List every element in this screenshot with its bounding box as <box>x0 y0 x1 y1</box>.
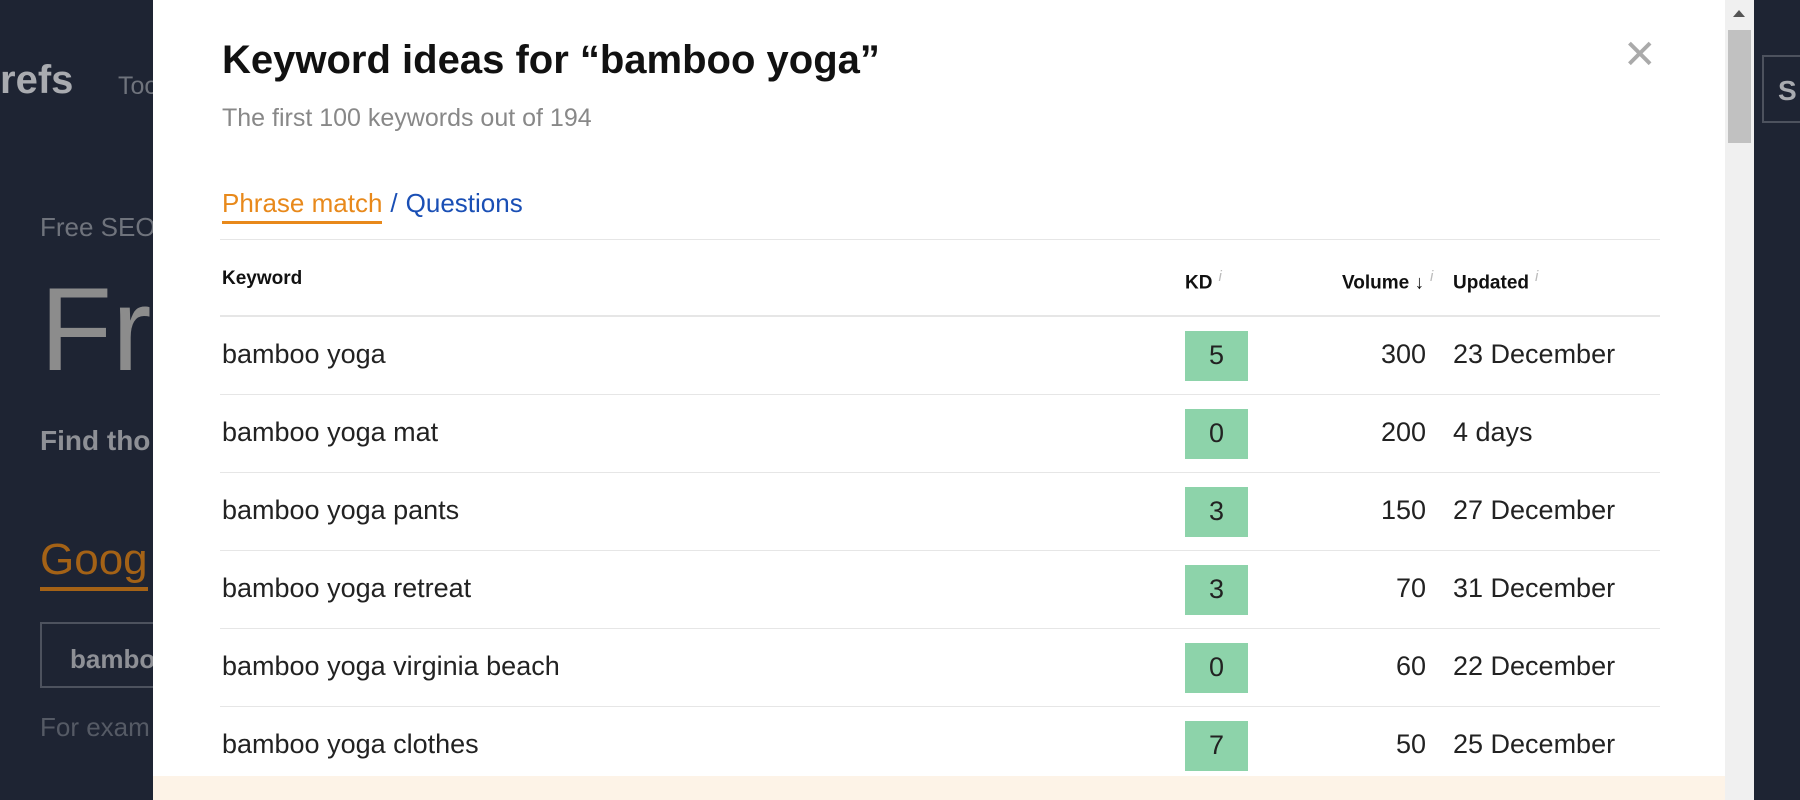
tagline: Find tho <box>40 425 151 456</box>
scrollbar-thumb[interactable] <box>1728 30 1751 143</box>
scroll-up-arrow-icon[interactable] <box>1733 10 1745 17</box>
col-updated-label: Updated <box>1453 272 1529 294</box>
keyword-link[interactable]: bamboo yoga mat <box>222 417 438 448</box>
scrollbar[interactable] <box>1725 0 1754 800</box>
volume-value: 50 <box>1395 729 1426 759</box>
table-row[interactable]: bamboo yoga pants 3 150 27 December <box>220 473 1660 551</box>
volume-value: 150 <box>1380 495 1426 525</box>
col-keyword[interactable]: Keyword <box>222 268 302 290</box>
modal-title: Keyword ideas for “bamboo yoga” <box>222 38 880 82</box>
table-row[interactable]: bamboo yoga clothes 7 50 25 December <box>220 707 1660 785</box>
keyword-ideas-modal: Keyword ideas for “bamboo yoga” The firs… <box>153 0 1725 800</box>
modal-subtitle: The first 100 keywords out of 194 <box>222 104 592 132</box>
updated-value: 4 days <box>1453 417 1533 447</box>
col-kd[interactable]: KD i <box>1185 268 1222 294</box>
engine-tab-google[interactable]: Goog <box>40 535 148 591</box>
info-icon[interactable]: i <box>1218 268 1221 285</box>
example-text: For exam <box>40 712 150 742</box>
keyword-link[interactable]: bamboo yoga clothes <box>222 729 479 760</box>
kd-badge: 0 <box>1185 409 1248 459</box>
search-button[interactable]: S <box>1762 55 1800 123</box>
info-icon[interactable]: i <box>1430 268 1433 285</box>
keyword-link[interactable]: bamboo yoga pants <box>222 495 459 526</box>
table-row[interactable]: bamboo yoga retreat 3 70 31 December <box>220 551 1660 629</box>
col-kd-label: KD <box>1185 272 1213 294</box>
kd-badge: 7 <box>1185 721 1248 771</box>
col-volume[interactable]: Volume ↓ i <box>1342 268 1433 294</box>
col-volume-label: Volume ↓ <box>1342 272 1424 294</box>
volume-value: 70 <box>1395 573 1426 603</box>
keyword-link[interactable]: bamboo yoga virginia beach <box>222 651 560 682</box>
eyebrow-text: Free SEO <box>40 212 156 242</box>
close-icon[interactable]: ✕ <box>1623 32 1657 78</box>
updated-value: 23 December <box>1453 339 1616 369</box>
page-heading: Fr <box>40 264 152 396</box>
updated-value: 31 December <box>1453 573 1616 603</box>
table-row[interactable]: bamboo yoga mat 0 200 4 days <box>220 395 1660 473</box>
volume-value: 200 <box>1380 417 1426 447</box>
volume-value: 300 <box>1380 339 1426 369</box>
updated-value: 25 December <box>1453 729 1616 759</box>
table-row[interactable]: bamboo yoga 5 300 23 December <box>220 317 1660 395</box>
kd-badge: 3 <box>1185 487 1248 537</box>
table-row[interactable]: bamboo yoga virginia beach 0 60 22 December <box>220 629 1660 707</box>
keywords-table: Keyword KD i Volume ↓ i Updated i bamboo yo… <box>220 239 1660 785</box>
keyword-link[interactable]: bamboo yoga retreat <box>222 573 471 604</box>
table-header: Keyword KD i Volume ↓ i Updated i <box>220 240 1660 317</box>
kd-badge: 5 <box>1185 331 1248 381</box>
info-icon[interactable]: i <box>1535 268 1538 285</box>
updated-value: 22 December <box>1453 651 1616 681</box>
ahrefs-logo[interactable]: refs <box>0 58 73 103</box>
tabs: Phrase match / Questions <box>222 188 523 224</box>
footer-banner <box>153 776 1725 800</box>
tab-questions[interactable]: Questions <box>406 188 523 218</box>
volume-value: 60 <box>1395 651 1426 681</box>
kd-badge: 3 <box>1185 565 1248 615</box>
kd-badge: 0 <box>1185 643 1248 693</box>
tab-separator: / <box>390 188 398 218</box>
col-updated[interactable]: Updated i <box>1453 268 1538 294</box>
keyword-link[interactable]: bamboo yoga <box>222 339 386 370</box>
updated-value: 27 December <box>1453 495 1616 525</box>
tab-phrase-match[interactable]: Phrase match <box>222 188 383 224</box>
